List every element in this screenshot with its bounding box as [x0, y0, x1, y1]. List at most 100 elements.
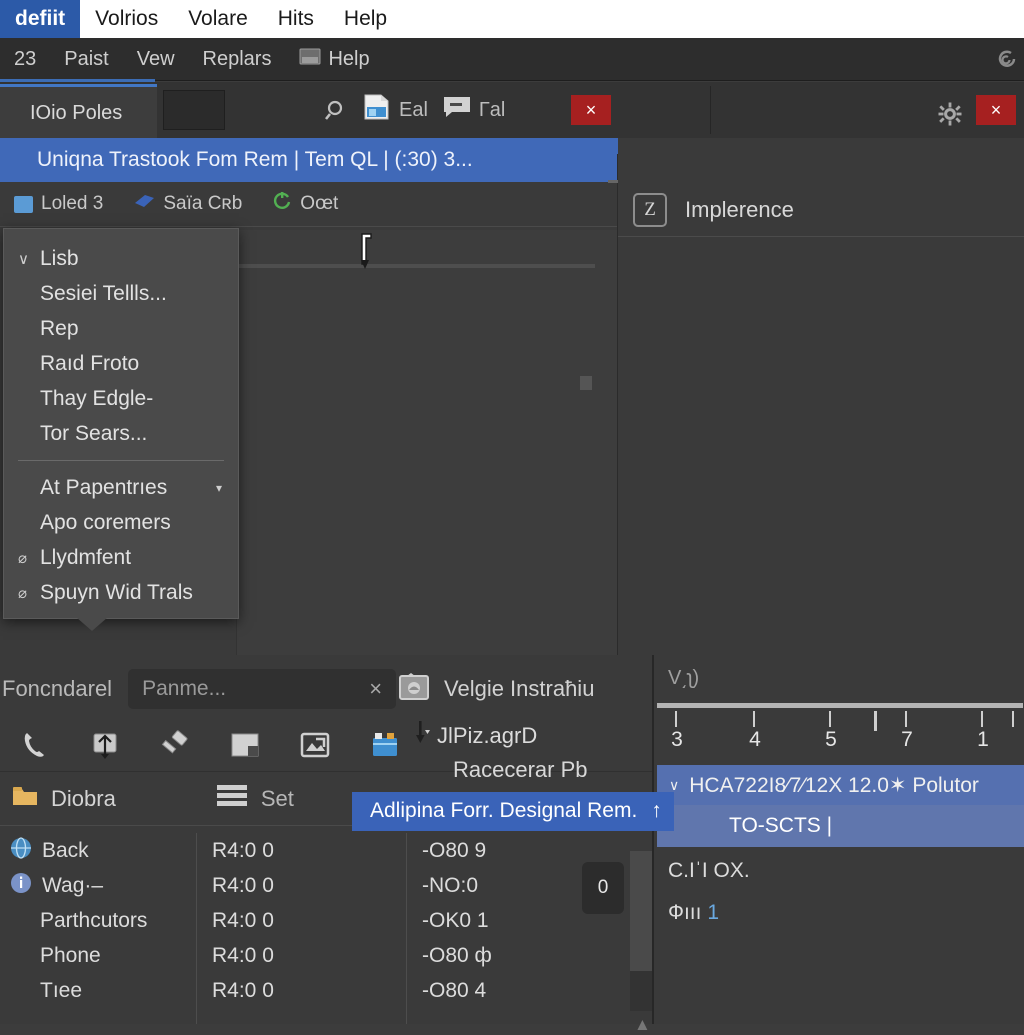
gear-icon[interactable]: [938, 102, 962, 131]
menu-item-1[interactable]: Volrios: [80, 0, 173, 38]
menu-bar: defiit Volrios Volare Hits Help: [0, 0, 1024, 38]
dropdown-item-3[interactable]: Raıd Froto: [4, 346, 238, 381]
instrument-row[interactable]: Velgie Instraħiu: [398, 663, 594, 715]
secondary-menu-item-0[interactable]: 23: [0, 38, 50, 80]
dropdown-item-5[interactable]: Tor Sears...: [4, 416, 238, 451]
dropdown-item-label-8: Llydmfent: [40, 545, 132, 569]
menu-item-3[interactable]: Hits: [263, 0, 329, 38]
right-panel-line2-prefix: Фııı: [668, 901, 702, 924]
selected-item-bar[interactable]: Uniqna Trastook Fom Rem | Tem QL | (:30)…: [0, 138, 617, 182]
secondary-menu-item-3[interactable]: Replars: [189, 38, 286, 80]
dropdown-item-0[interactable]: ∨ Lisb: [4, 241, 238, 276]
table-cell-name: Back: [0, 836, 198, 865]
table-row[interactable]: Wag·– R4:0 0 -NO:0: [0, 868, 652, 903]
document-image-icon: [362, 93, 392, 127]
right-pane: Z Implerence: [608, 138, 1024, 655]
dropdown-item-label-0: Lisb: [40, 246, 79, 270]
phone-icon[interactable]: [0, 730, 70, 760]
right-panel-header: V͵ʅ): [668, 666, 700, 689]
table-cell-c3: -O80 9: [422, 838, 487, 862]
table-cell-c2: R4:0 0: [212, 943, 274, 967]
window-icon[interactable]: [210, 732, 280, 758]
dropdown-separator: [18, 460, 224, 461]
tool-right-label-1: JlPiz.agrD: [437, 723, 538, 748]
table-cell-c2: R4:0 0: [212, 838, 274, 862]
context-dropdown-menu[interactable]: ∨ Lisb Sesiei Tellls... Rep Raıd Froto T…: [3, 228, 239, 631]
scroll-up-arrow-icon[interactable]: ▲: [634, 1015, 651, 1035]
dropdown-item-6[interactable]: At Papentrıes ▾: [4, 470, 238, 505]
stamp-icon: [398, 672, 430, 707]
tab-action-0[interactable]: Eal: [358, 93, 432, 127]
table-cell-c2: R4:0 0: [212, 908, 274, 932]
secondary-menu-item-label: Help: [328, 47, 370, 70]
image-export-icon[interactable]: [280, 731, 350, 759]
close-button-2[interactable]: ×: [976, 95, 1016, 125]
info-icon: [10, 872, 32, 900]
ruler-tick: [829, 711, 831, 727]
dropdown-item-8[interactable]: ⌀ Llydmfent: [4, 540, 238, 575]
menu-item-0[interactable]: defiit: [0, 0, 81, 38]
upload-icon[interactable]: [70, 730, 140, 760]
folder-blue-icon[interactable]: [350, 731, 420, 759]
table-row[interactable]: Parthcutors R4:0 0 -OK0 1: [0, 903, 652, 938]
tab-action-1[interactable]: Гal: [438, 95, 509, 125]
selected-item-title: Uniqna Trastook Fom Rem | Tem QL | (:30)…: [37, 148, 473, 171]
set-label: Set: [260, 786, 294, 811]
folder-entry[interactable]: Diobra: [12, 785, 116, 813]
vertical-scrollbar-thumb[interactable]: [630, 851, 652, 971]
pane-handle[interactable]: [580, 376, 592, 390]
tab-active[interactable]: IOio Poles: [0, 84, 157, 139]
chevron-down-icon[interactable]: ∨: [669, 777, 679, 794]
ruler-tick: [675, 711, 677, 727]
right-panel-line-1: C.IˈI OX.: [668, 859, 750, 882]
tool-right-line-1[interactable]: JlPiz.agrD: [415, 715, 655, 757]
dropdown-item-1[interactable]: Sesiei Tellls...: [4, 276, 238, 311]
layers-icon: [216, 783, 248, 815]
secondary-menu-item-2[interactable]: Vew: [123, 38, 189, 80]
folder-icon: [12, 785, 38, 813]
close-button-1[interactable]: ×: [571, 95, 611, 125]
vertical-scrollbar[interactable]: ▲: [630, 851, 652, 1034]
status-chip-1[interactable]: Saïa Cʀb: [133, 193, 242, 216]
spiral-icon[interactable]: [994, 48, 1018, 77]
ruler-bar: [657, 703, 1023, 708]
dropdown-tail: [76, 617, 108, 631]
search-input[interactable]: Panme... ×: [128, 669, 397, 709]
table-row[interactable]: Tıee R4:0 0 -O80 4: [0, 973, 652, 1008]
row-name-0: Back: [42, 838, 89, 862]
menu-item-2[interactable]: Volare: [173, 0, 263, 38]
secondary-menu-item-1[interactable]: Paist: [50, 38, 122, 80]
table-row[interactable]: Back R4:0 0 -O80 9: [0, 833, 652, 868]
status-chip-2[interactable]: Oœt: [272, 191, 338, 217]
secondary-menu-item-4[interactable]: Help: [285, 38, 383, 80]
dropdown-item-2[interactable]: Rep: [4, 311, 238, 346]
hammer-icon[interactable]: [140, 730, 210, 760]
clear-icon[interactable]: ×: [369, 676, 382, 702]
search-icon[interactable]: [320, 98, 352, 122]
row-name-1: Wag·–: [42, 873, 104, 897]
right-panel-row-selected[interactable]: ∨ HCA722I8⁄7⁄12X 12.0✶ Polutor: [657, 765, 1024, 805]
right-pane-marker: [611, 138, 618, 154]
ruler-tick-major: [874, 711, 877, 731]
ruler-label-1: 4: [749, 728, 761, 751]
set-entry[interactable]: Set: [216, 783, 294, 815]
table-cell-c2: R4:0 0: [212, 873, 274, 897]
right-panel-row-input[interactable]: TO-SCTS |: [657, 805, 1024, 847]
dropdown-item-4[interactable]: Thaу Edgle-: [4, 381, 238, 416]
tab-strip-actions: Eal Гal: [320, 82, 509, 138]
ruler-label-0: 3: [671, 728, 683, 751]
table-row[interactable]: Phone R4:0 0 -O80 ф: [0, 938, 652, 973]
dropdown-item-7[interactable]: Apo coremers: [4, 505, 238, 540]
dropdown-item-label-4: Thaу Edgle-: [40, 386, 154, 410]
tab-strip: IOio Poles Eal Гal × ×: [0, 82, 1024, 139]
table-cell-c3: -NO:0: [422, 873, 479, 897]
menu-item-4[interactable]: Help: [329, 0, 402, 38]
status-chip-label-0: Loled 3: [41, 193, 104, 214]
dropdown-item-9[interactable]: ⌀ Spuyn Wid Trals: [4, 575, 238, 610]
right-panel-row-label: HCA722I8⁄7⁄12X 12.0✶ Polutor: [689, 773, 979, 797]
status-chip-0[interactable]: Loled 3: [14, 193, 103, 215]
content-pane-rule: [237, 264, 595, 268]
search-placeholder: Panme...: [142, 677, 227, 700]
table-cell-c2: R4:0 0: [212, 978, 274, 1002]
image-icon: [299, 48, 321, 71]
